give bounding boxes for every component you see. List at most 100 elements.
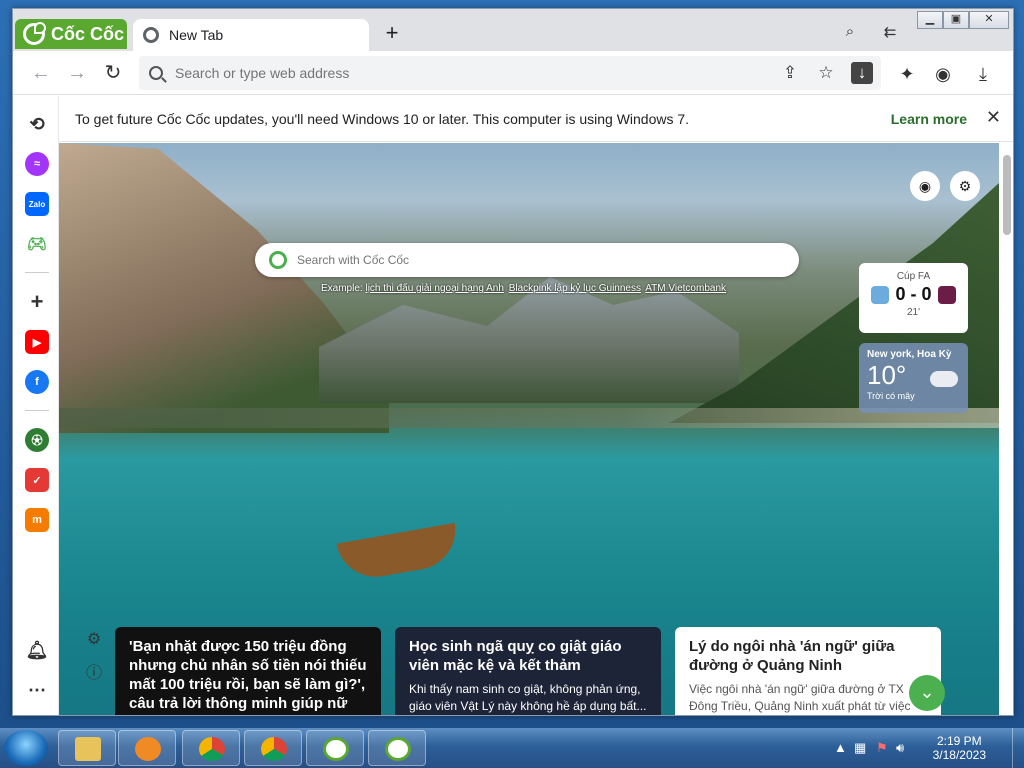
- zalo-icon[interactable]: Zalo: [25, 192, 49, 216]
- background-image: [336, 522, 462, 584]
- weather-condition: Trời có mây: [867, 391, 915, 401]
- tab-bar: Cốc Cốc New Tab + ⌕ ⇇ ▁ ▣ ✕: [13, 9, 1013, 51]
- newtab-search-input[interactable]: [297, 253, 757, 267]
- show-desktop-button[interactable]: [1012, 728, 1024, 768]
- cloud-icon: [930, 371, 958, 387]
- minimize-button[interactable]: ▁: [917, 11, 943, 29]
- match-minute: 21': [906, 307, 921, 318]
- team-crest-icon: [871, 285, 890, 304]
- sidebar: ⟲ ≈ Zalo 🎮︎ + ▶ f ⚽︎ ✓ m 🔔︎ ⋯: [13, 96, 59, 715]
- chrome-icon: [261, 737, 287, 761]
- address-input[interactable]: [175, 65, 735, 81]
- tray-expand-icon[interactable]: ▲: [834, 740, 847, 755]
- newtab-page: Example: lịch thi đấu giải ngoại hạng An…: [59, 143, 999, 715]
- settings-gear-icon[interactable]: ⚙: [83, 629, 105, 651]
- coccoc-search-box[interactable]: [255, 243, 799, 277]
- customize-icon[interactable]: ⚙: [950, 171, 980, 201]
- weather-widget[interactable]: New york, Hoa Kỳ 10° Trời có mây: [859, 343, 968, 413]
- action-center-icon[interactable]: ⚑: [876, 740, 888, 756]
- clock-time: 2:19 PM: [936, 734, 982, 748]
- media-player-icon: [135, 737, 161, 761]
- shopping-icon[interactable]: m: [25, 508, 49, 532]
- plus-icon[interactable]: +: [25, 289, 49, 314]
- news-card[interactable]: Học sinh ngã quỵ co giật giáo viên mặc k…: [395, 627, 661, 715]
- volume-icon[interactable]: 🔊︎: [896, 740, 904, 756]
- taskbar-app-coccoc[interactable]: [368, 730, 426, 766]
- tab-new-tab[interactable]: New Tab: [133, 19, 369, 51]
- clock[interactable]: 2:19 PM 3/18/2023: [933, 734, 986, 762]
- score-widget[interactable]: Cúp FA 0 - 0 21': [859, 263, 968, 333]
- bookmark-star-icon[interactable]: ☆: [815, 62, 837, 84]
- start-button[interactable]: [4, 730, 48, 766]
- messenger-icon[interactable]: ≈: [25, 152, 49, 176]
- news-headline: 'Bạn nhặt được 150 triệu đồng nhưng chủ …: [129, 638, 367, 715]
- sidebar-divider: [25, 272, 49, 273]
- infobar-message: To get future Cốc Cốc updates, you'll ne…: [75, 110, 690, 127]
- news-snippet: Việc ngôi nhà 'án ngữ' giữa đường ở TX Đ…: [689, 682, 911, 713]
- score-value: 0 - 0: [895, 284, 932, 304]
- news-headline: Học sinh ngã quỵ co giật giáo viên mặc k…: [409, 638, 622, 674]
- download-video-icon[interactable]: ↓: [851, 62, 873, 84]
- clock-date: 3/18/2023: [932, 748, 986, 762]
- news-card[interactable]: Lý do ngôi nhà 'án ngữ' giữa đường ở Quả…: [675, 627, 941, 715]
- team-crest-icon: [937, 285, 956, 304]
- background-image: [59, 408, 999, 428]
- search-icon: [149, 66, 163, 80]
- youtube-icon[interactable]: ▶: [25, 330, 49, 354]
- news-card[interactable]: 'Bạn nhặt được 150 triệu đồng nhưng chủ …: [115, 627, 381, 715]
- close-icon[interactable]: ✕: [986, 107, 1001, 128]
- match-score: 0 - 0: [859, 284, 968, 305]
- tab-title: New Tab: [169, 27, 224, 43]
- example-link[interactable]: ATM Vietcombank: [645, 283, 726, 294]
- scrollbar-thumb[interactable]: [1003, 155, 1011, 235]
- brand-label: Cốc Cốc: [51, 23, 125, 44]
- search-examples: Example: lịch thi đấu giải ngoại hạng An…: [321, 283, 728, 294]
- learn-more-link[interactable]: Learn more: [891, 111, 967, 127]
- gamepad-icon[interactable]: 🎮︎: [25, 232, 49, 256]
- taskbar-app-explorer[interactable]: [58, 730, 116, 766]
- downloads-icon[interactable]: ⤓: [971, 62, 995, 86]
- extensions-icon[interactable]: ✦: [895, 62, 919, 86]
- news-headline: Lý do ngôi nhà 'án ngữ' giữa đường ở Quả…: [689, 638, 895, 674]
- examples-label: Example:: [321, 283, 363, 294]
- taskbar-app-coccoc[interactable]: [306, 730, 364, 766]
- update-infobar: To get future Cốc Cốc updates, you'll ne…: [59, 96, 1013, 142]
- share-icon[interactable]: ⇪: [779, 62, 801, 84]
- coccoc-favicon-icon: [143, 27, 159, 43]
- back-tab-icon[interactable]: ⇇: [879, 23, 901, 43]
- new-tab-button[interactable]: +: [379, 21, 405, 47]
- notification-bell-icon[interactable]: 🔔︎: [25, 638, 49, 662]
- more-icon[interactable]: ⋯: [25, 678, 49, 702]
- reload-button[interactable]: ↻: [99, 59, 127, 87]
- toolbar: ← → ↻ ⇪ ☆ ↓ ✦ ◉ ⤓: [13, 51, 1013, 95]
- scroll-down-button[interactable]: ⌄: [909, 675, 945, 711]
- page-scrollbar[interactable]: [999, 143, 1013, 715]
- forward-button[interactable]: →: [63, 59, 91, 87]
- profile-icon[interactable]: ◉: [931, 62, 955, 86]
- example-link[interactable]: Blackpink lập kỷ lục Guinness: [509, 283, 641, 294]
- sidebar-divider: [25, 410, 49, 411]
- checklist-icon[interactable]: ✓: [25, 468, 49, 492]
- close-window-button[interactable]: ✕: [969, 11, 1009, 29]
- system-tray: ▲ ▦ ⚑ 🔊︎ 2:19 PM 3/18/2023: [834, 732, 1014, 764]
- maximize-button[interactable]: ▣: [943, 11, 969, 29]
- network-icon[interactable]: ▦: [854, 740, 866, 756]
- facebook-icon[interactable]: f: [25, 370, 49, 394]
- coccoc-menu-button[interactable]: Cốc Cốc: [15, 19, 127, 49]
- history-icon[interactable]: ⟲: [25, 112, 49, 136]
- back-button[interactable]: ←: [27, 59, 55, 87]
- example-link[interactable]: lịch thi đấu giải ngoại hạng Anh: [365, 283, 503, 294]
- address-bar[interactable]: ⇪ ☆ ↓: [139, 56, 881, 90]
- competition-name: Cúp FA: [896, 271, 931, 282]
- search-tabs-icon[interactable]: ⌕: [839, 23, 861, 43]
- coccoc-icon: [385, 737, 411, 761]
- taskbar-app-media-player[interactable]: [118, 730, 176, 766]
- info-icon[interactable]: ⓘ: [83, 659, 105, 682]
- folder-icon: [75, 737, 101, 761]
- coccoc-icon: [323, 737, 349, 761]
- football-icon[interactable]: ⚽︎: [25, 428, 49, 452]
- account-icon[interactable]: ◉: [910, 171, 940, 201]
- taskbar: ▲ ▦ ⚑ 🔊︎ 2:19 PM 3/18/2023: [0, 728, 1024, 768]
- taskbar-app-chrome[interactable]: [244, 730, 302, 766]
- taskbar-app-chrome[interactable]: [182, 730, 240, 766]
